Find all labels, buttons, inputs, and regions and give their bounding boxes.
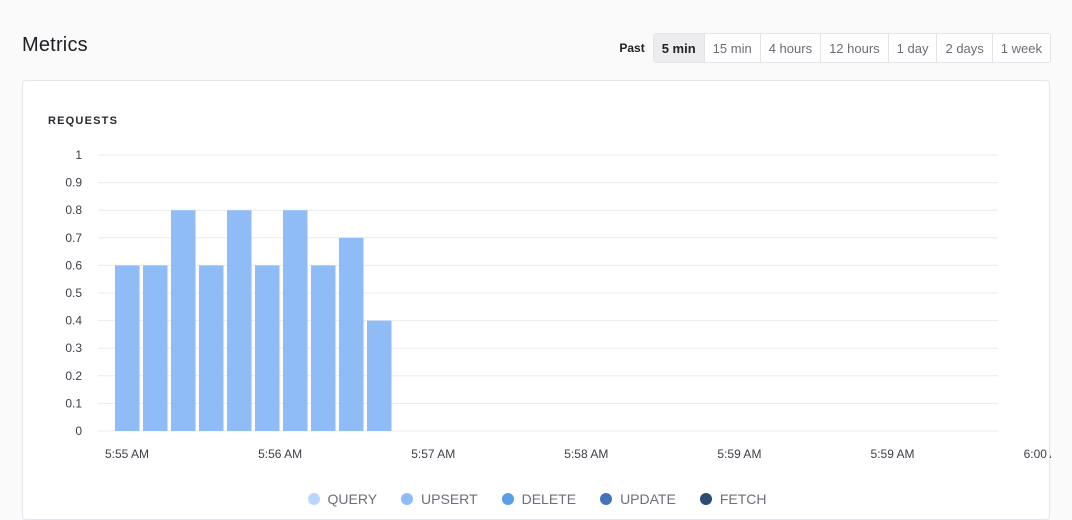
y-tick-label: 0.9 [65,176,82,190]
legend-swatch [401,493,414,505]
y-tick-label: 0.3 [65,341,82,355]
bar-upsert[interactable] [339,237,364,431]
x-tick-label: 5:55 AM [105,447,149,461]
legend-item-query[interactable]: QUERY [307,491,378,507]
legend-label: QUERY [327,491,378,507]
legend-item-update[interactable]: UPDATE [600,491,676,507]
legend-item-upsert[interactable]: UPSERT [401,491,478,507]
legend-item-delete[interactable]: DELETE [501,491,577,507]
legend-label: FETCH [719,491,767,507]
time-range-options: 5 min 15 min 4 hours 12 hours 1 day 2 days 1 w… [652,33,1051,63]
bar-upsert[interactable] [227,210,252,431]
time-range-option[interactable]: 1 day [887,34,937,62]
x-tick-label: 5:59 AM [871,447,915,461]
bar-upsert[interactable] [367,320,392,431]
legend-item-fetch[interactable]: FETCH [699,491,767,507]
legend-label: UPSERT [421,491,478,507]
legend-swatch [699,493,712,505]
y-tick-label: 0.1 [65,396,82,410]
y-tick-label: 0.2 [65,369,82,383]
x-tick-label: 5:56 AM [258,447,302,461]
time-range-option[interactable]: 15 min [703,34,760,62]
y-tick-label: 0.4 [65,314,82,328]
bar-upsert[interactable] [199,265,224,431]
x-tick-label: 5:58 AM [564,447,608,461]
bar-upsert[interactable] [283,210,308,431]
legend-swatch [600,493,613,505]
bar-upsert[interactable] [255,265,280,431]
bar-upsert[interactable] [143,265,168,431]
time-range-option[interactable]: 4 hours [759,34,820,62]
time-range-selector: Past 5 min 15 min 4 hours 12 hours 1 day 2 da… [619,33,1051,63]
y-tick-label: 0.6 [65,258,82,272]
bar-upsert[interactable] [171,210,196,431]
requests-bar-chart: 0 0.1 0.2 0.3 0.4 0.5 0.6 0.7 0.8 0.9 1 5:55 AM 5:56… [65,148,1051,461]
y-tick-label: 0.5 [65,286,82,300]
time-range-option[interactable]: 1 week [991,34,1050,62]
bar-upsert[interactable] [115,265,140,431]
x-tick-label: 6:00 AM [1024,447,1051,461]
time-range-label: Past [619,41,645,55]
chart-legend: QUERY UPSERT DELETE UPDATE FETCH [23,491,1051,507]
y-tick-label: 1 [75,148,82,162]
legend-swatch [501,493,514,505]
time-range-option[interactable]: 2 days [936,34,991,62]
y-tick-label: 0 [75,424,82,438]
requests-chart-card: REQUESTS 0 0.1 0.2 0.3 0.4 0.5 0.6 0.7 0.8 0.9 1 5:… [22,80,1051,520]
time-range-option[interactable]: 12 hours [820,34,888,62]
y-tick-label: 0.8 [65,203,82,217]
legend-label: UPDATE [620,491,676,507]
y-tick-label: 0.7 [65,231,82,245]
x-tick-label: 5:59 AM [717,447,761,461]
bar-upsert[interactable] [311,265,336,431]
x-tick-label: 5:57 AM [411,447,455,461]
page-title: Metrics [22,34,88,56]
time-range-option[interactable]: 5 min [653,34,704,62]
legend-swatch [307,493,320,505]
legend-label: DELETE [521,491,577,507]
